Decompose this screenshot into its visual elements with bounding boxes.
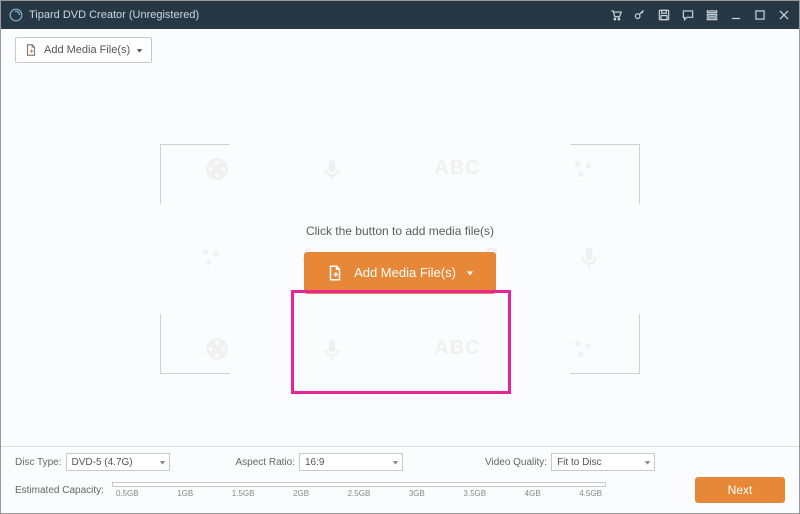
aspect-ratio-label: Aspect Ratio: — [236, 457, 295, 468]
add-media-label: Add Media File(s) — [44, 44, 130, 56]
drop-center: Click the button to add media file(s) Ad… — [304, 224, 496, 294]
video-quality-label: Video Quality: — [485, 457, 547, 468]
drop-hint: Click the button to add media file(s) — [304, 224, 496, 238]
aspect-ratio-value: 16:9 — [305, 457, 324, 468]
footer-options: Disc Type: DVD-5 (4.7G) Aspect Ratio: 16… — [15, 453, 785, 471]
disc-type-value: DVD-5 (4.7G) — [72, 457, 133, 468]
app-window: Tipard DVD Creator (Unregistered) Add Me… — [0, 0, 800, 514]
sparkle-icon — [198, 244, 224, 270]
caret-down-icon — [159, 459, 166, 466]
key-icon[interactable] — [631, 6, 649, 24]
file-plus-icon — [24, 43, 38, 57]
add-media-big-button[interactable]: Add Media File(s) — [304, 252, 496, 294]
next-button[interactable]: Next — [695, 477, 785, 503]
video-quality-select[interactable]: Fit to Disc — [551, 453, 655, 471]
frame-corner — [160, 144, 230, 204]
footer-capacity-row: Estimated Capacity: 0.5GB 1GB 1.5GB 2GB 2.5G… — [15, 477, 785, 503]
minimize-icon[interactable] — [727, 6, 745, 24]
capacity-tick: 1.5GB — [232, 489, 255, 498]
video-quality-value: Fit to Disc — [557, 457, 601, 468]
capacity-tick: 4GB — [525, 489, 541, 498]
capacity-tick: 3.5GB — [463, 489, 486, 498]
help-icon[interactable] — [679, 6, 697, 24]
capacity-tick: 4.5GB — [579, 489, 602, 498]
footer: Disc Type: DVD-5 (4.7G) Aspect Ratio: 16… — [1, 446, 799, 513]
frame-corner — [160, 314, 230, 374]
mic-icon — [319, 156, 345, 182]
close-icon[interactable] — [775, 6, 793, 24]
drop-zone[interactable]: ABC A X C ABC Click the bu — [160, 144, 640, 374]
next-label: Next — [728, 483, 753, 497]
window-title: Tipard DVD Creator (Unregistered) — [29, 9, 199, 21]
main-area: ABC A X C ABC Click the bu — [1, 71, 799, 446]
caret-down-icon — [392, 459, 399, 466]
mic-icon — [319, 336, 345, 362]
disc-type-label: Disc Type: — [15, 457, 62, 468]
add-media-button[interactable]: Add Media File(s) — [15, 37, 152, 63]
capacity-tick: 0.5GB — [116, 489, 139, 498]
capacity-tick: 1GB — [177, 489, 193, 498]
capacity-tick: 3GB — [409, 489, 425, 498]
mic-icon — [576, 244, 602, 270]
frame-corner — [570, 144, 640, 204]
disc-type-select[interactable]: DVD-5 (4.7G) — [66, 453, 170, 471]
menu-icon[interactable] — [703, 6, 721, 24]
abc-text: ABC — [434, 337, 480, 360]
toolbar: Add Media File(s) — [1, 29, 799, 71]
caret-down-icon — [466, 269, 474, 277]
cart-icon[interactable] — [607, 6, 625, 24]
capacity-gauge: 0.5GB 1GB 1.5GB 2GB 2.5GB 3GB 3.5GB 4GB 4.5GB — [112, 482, 606, 498]
maximize-icon[interactable] — [751, 6, 769, 24]
capacity-label: Estimated Capacity: — [15, 485, 104, 496]
app-logo-icon — [9, 8, 23, 22]
save-icon[interactable] — [655, 6, 673, 24]
abc-text: ABC — [434, 157, 480, 180]
frame-corner — [570, 314, 640, 374]
capacity-tick: 2.5GB — [348, 489, 371, 498]
file-plus-icon — [326, 264, 344, 282]
add-media-big-label: Add Media File(s) — [354, 265, 456, 280]
caret-down-icon — [136, 47, 143, 54]
capacity-tick: 2GB — [293, 489, 309, 498]
caret-down-icon — [644, 459, 651, 466]
titlebar: Tipard DVD Creator (Unregistered) — [1, 1, 799, 29]
aspect-ratio-select[interactable]: 16:9 — [299, 453, 403, 471]
